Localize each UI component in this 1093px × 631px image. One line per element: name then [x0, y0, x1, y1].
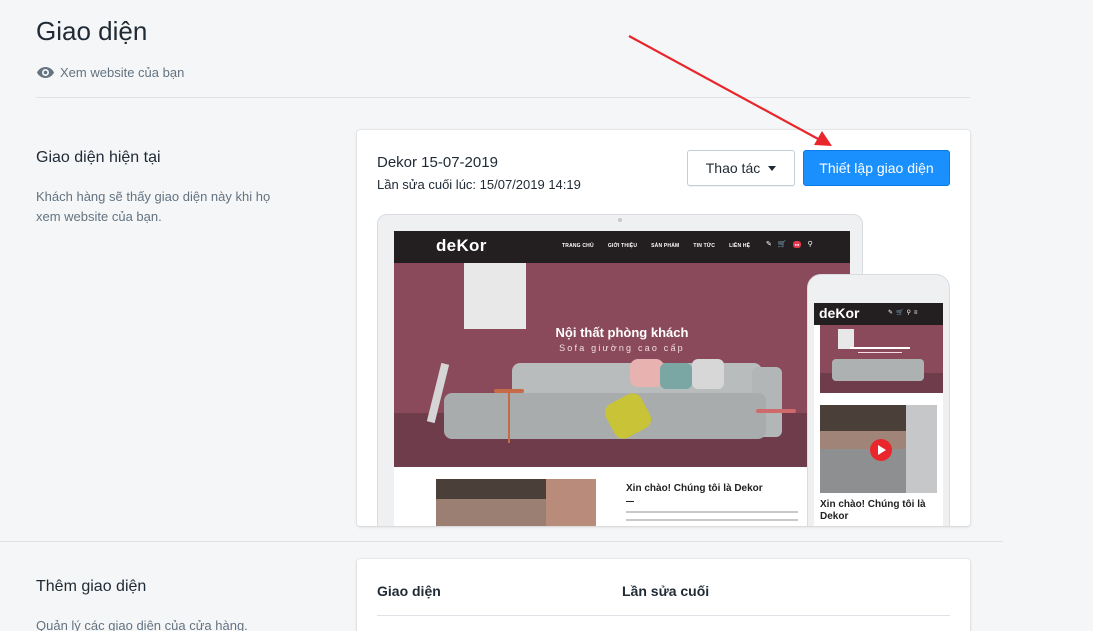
theme-preview[interactable]: deKor TRANG CHỦ GIỚI THIỆU SẢN PHẨM TIN …: [377, 214, 952, 526]
current-theme-description: Khách hàng sẽ thấy giao diện này khi họ …: [36, 189, 271, 224]
preview-menu-item: SẢN PHẨM: [651, 243, 680, 249]
caret-down-icon: [768, 165, 777, 171]
image-wall: [436, 479, 546, 499]
laptop-camera: [618, 218, 622, 222]
table-header-divider: [377, 615, 950, 616]
preview-menu: TRANG CHỦ GIỚI THIỆU SẢN PHẨM TIN TỨC LI…: [562, 243, 750, 249]
column-header-last-edit: Lần sửa cuối: [622, 583, 710, 599]
preview-kitchen-image: [436, 479, 596, 526]
wrench-icon: ✎: [766, 241, 772, 248]
more-themes-description: Quản lý các giao diện của cửa hàng.: [36, 618, 248, 631]
more-themes-heading: Thêm giao diện: [36, 578, 147, 595]
hero-subtitle: Sofa giường cao cấp: [559, 343, 685, 353]
mobile-video-image: [820, 405, 937, 493]
pillow: [692, 359, 724, 389]
mobile-nav-icons: ✎ 🛒 ⚲ ≡: [888, 309, 918, 317]
cart-badge-icon: ●●: [792, 240, 802, 248]
search-icon: ⚲: [906, 310, 911, 316]
mobile-preview-screen: deKor ✎ 🛒 ⚲ ≡ Xin chào! Chúng tôi là Dek…: [814, 303, 943, 526]
theme-name: Dekor 15-07-2019: [377, 154, 498, 171]
mobile-logo: deKor: [819, 305, 860, 321]
actions-dropdown-button[interactable]: Thao tác: [687, 150, 795, 186]
pillow: [630, 359, 664, 387]
hero-poster: [464, 263, 526, 329]
mobile-hero-subtitle-line: [858, 352, 902, 353]
mobile-image-window: [906, 405, 937, 493]
mobile-navbar: deKor ✎ 🛒 ⚲ ≡: [814, 303, 943, 325]
mobile-welcome-title: Xin chào! Chúng tôi là Dekor: [820, 499, 926, 522]
preview-menu-item: TRANG CHỦ: [562, 243, 594, 249]
hero-title: Nội thất phòng khách: [555, 325, 689, 340]
stool: [756, 409, 796, 413]
column-header-theme: Giao diện: [377, 583, 441, 599]
theme-last-edited: Lần sửa cuối lúc: 15/07/2019 14:19: [377, 177, 581, 192]
mobile-image-cabinet: [820, 449, 906, 493]
preview-text-line: [626, 519, 798, 521]
phone-frame: deKor ✎ 🛒 ⚲ ≡ Xin chào! Chúng tôi là Dek…: [807, 274, 950, 526]
preview-logo: deKor: [436, 236, 487, 255]
play-icon: [870, 439, 892, 461]
actions-label: Thao tác: [705, 160, 761, 176]
preview-welcome-title: Xin chào! Chúng tôi là Dekor: [626, 483, 763, 494]
mobile-hero: [820, 325, 943, 393]
cart-icon: 🛒: [777, 241, 787, 248]
mobile-hero-title-line: [850, 347, 910, 349]
cart-icon: 🛒: [896, 310, 904, 316]
view-website-link[interactable]: Xem website của bạn: [37, 65, 184, 80]
current-theme-heading: Giao diện hiện tại: [36, 149, 161, 166]
section-divider: [0, 541, 1003, 542]
page-title: Giao diện: [36, 16, 148, 46]
menu-icon: ≡: [913, 309, 918, 316]
preview-menu-item: TIN TỨC: [693, 243, 716, 249]
eye-icon: [37, 67, 54, 78]
mobile-hero-sofa: [832, 359, 924, 381]
laptop-frame: deKor TRANG CHỦ GIỚI THIỆU SẢN PHẨM TIN …: [377, 214, 863, 526]
side-table-leg: [508, 393, 510, 443]
preview-menu-item: LIÊN HỆ: [729, 243, 751, 249]
mobile-hero-poster: [838, 329, 854, 349]
wrench-icon: ✎: [888, 310, 894, 316]
preview-menu-item: GIỚI THIỆU: [607, 243, 638, 249]
customize-theme-button[interactable]: Thiết lập giao diện: [803, 150, 950, 186]
desktop-preview-screen: deKor TRANG CHỦ GIỚI THIỆU SẢN PHẨM TIN …: [394, 231, 850, 526]
preview-nav-icons: ✎ 🛒 ●● ⚲: [766, 240, 813, 248]
preview-hero: Nội thất phòng khách Sofa giường cao cấp: [394, 263, 850, 467]
view-website-label: Xem website của bạn: [60, 65, 185, 80]
search-icon: ⚲: [807, 241, 813, 248]
header-divider: [36, 97, 970, 98]
preview-navbar: deKor TRANG CHỦ GIỚI THIỆU SẢN PHẨM TIN …: [394, 231, 850, 263]
preview-dash: [626, 501, 634, 502]
current-theme-card: Dekor 15-07-2019 Lần sửa cuối lúc: 15/07…: [357, 130, 970, 526]
pillow: [660, 363, 692, 389]
image-bricks: [546, 479, 596, 526]
mobile-image-wall: [820, 405, 906, 431]
preview-text-line: [626, 511, 798, 513]
themes-table-card: Giao diện Lần sửa cuối: [357, 559, 970, 631]
